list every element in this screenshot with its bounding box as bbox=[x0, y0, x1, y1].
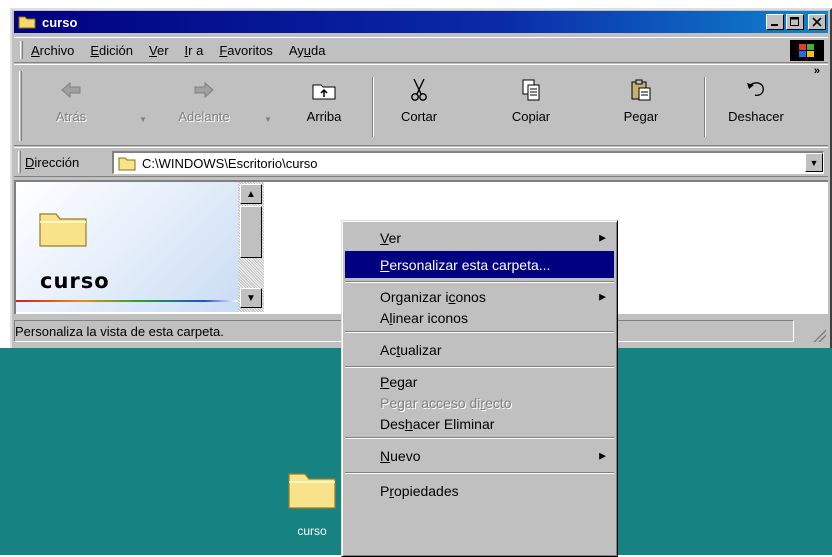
back-button[interactable]: Atrás bbox=[36, 73, 106, 143]
undo-label: Deshacer bbox=[728, 109, 784, 124]
folder-icon bbox=[39, 213, 87, 247]
minimize-icon bbox=[771, 24, 778, 26]
forward-dropdown[interactable]: ▼ bbox=[264, 115, 272, 124]
context-menu-item-pegar-acceso-directo[interactable]: Pegar acceso directo bbox=[345, 392, 614, 413]
desktop-folder-curso[interactable]: curso bbox=[272, 468, 352, 548]
rainbow-divider bbox=[16, 300, 238, 302]
windows-logo bbox=[790, 40, 824, 61]
cut-button[interactable]: Cortar bbox=[384, 73, 454, 143]
context-menu-item-actualizar[interactable]: Actualizar bbox=[345, 336, 614, 363]
address-label: Dirección bbox=[25, 154, 80, 170]
scroll-down-button[interactable]: ▼ bbox=[240, 288, 262, 308]
desktop-icon-label: curso bbox=[297, 524, 327, 538]
paste-label: Pegar bbox=[623, 109, 659, 124]
folder-icon bbox=[18, 16, 36, 29]
windows-flag-icon bbox=[799, 43, 814, 57]
alinear-label: Alinear iconos bbox=[380, 309, 468, 326]
address-grip[interactable] bbox=[18, 151, 21, 173]
window-title: curso bbox=[42, 14, 78, 30]
context-menu-item-nuevo[interactable]: Nuevo ▶ bbox=[345, 442, 614, 469]
paste-icon bbox=[631, 79, 651, 101]
scroll-up-button[interactable]: ▲ bbox=[240, 184, 262, 204]
context-menu-item-personalizar[interactable]: Personalizar esta carpeta... bbox=[345, 251, 614, 278]
copy-label: Copiar bbox=[511, 109, 551, 124]
standard-toolbar: Atrás ▼ Adelante ▼ Arriba Cortar Copiar … bbox=[14, 64, 828, 146]
menu-grip[interactable] bbox=[20, 41, 23, 59]
actualizar-label: Actualizar bbox=[380, 341, 442, 358]
address-value: C:\WINDOWS\Escritorio\curso bbox=[142, 155, 318, 171]
folder-icon bbox=[118, 157, 136, 170]
organizar-label: Organizar iconos bbox=[380, 288, 486, 305]
address-bar: Dirección C:\WINDOWS\Escritorio\curso ▼ bbox=[14, 147, 828, 177]
folder-icon bbox=[288, 473, 336, 509]
menu-separator bbox=[345, 366, 614, 368]
menu-favoritos[interactable]: Favoritos bbox=[219, 43, 272, 58]
back-dropdown[interactable]: ▼ bbox=[139, 115, 147, 124]
context-menu: Ver ▶ Personalizar esta carpeta... Organ… bbox=[341, 220, 618, 557]
menu-separator bbox=[345, 472, 614, 474]
up-label: Arriba bbox=[306, 109, 342, 124]
menu-archivo[interactable]: Archivo bbox=[31, 43, 74, 58]
ver-label: Ver bbox=[380, 229, 402, 246]
context-menu-item-pegar[interactable]: Pegar bbox=[345, 371, 614, 392]
menu-ir-a[interactable]: Ir a bbox=[185, 43, 204, 58]
toolbar-grip[interactable] bbox=[19, 71, 22, 141]
menu-bar: Archivo Edición Ver Ir a Favoritos Ayuda bbox=[14, 37, 828, 63]
submenu-arrow-icon: ▶ bbox=[599, 450, 606, 460]
forward-arrow-icon bbox=[194, 81, 214, 99]
minimize-button[interactable] bbox=[766, 14, 784, 30]
copy-icon bbox=[522, 79, 540, 101]
title-bar[interactable]: curso bbox=[14, 11, 828, 33]
context-menu-item-organizar[interactable]: Organizar iconos ▶ bbox=[345, 286, 614, 307]
vertical-scrollbar[interactable]: ▲ ▼ bbox=[238, 182, 264, 312]
maximize-button[interactable] bbox=[786, 14, 804, 30]
nuevo-label: Nuevo bbox=[380, 447, 421, 464]
web-view-panel: curso bbox=[16, 182, 238, 312]
close-icon bbox=[812, 17, 822, 27]
web-view-folder-title: curso bbox=[40, 269, 110, 293]
menu-edicion[interactable]: Edición bbox=[90, 43, 133, 58]
copy-button[interactable]: Copiar bbox=[496, 73, 566, 143]
pegar-acceso-label: Pegar acceso directo bbox=[380, 394, 512, 411]
forward-button[interactable]: Adelante bbox=[169, 73, 239, 143]
personalizar-label: Personalizar esta carpeta... bbox=[380, 256, 551, 273]
address-dropdown-button[interactable]: ▼ bbox=[805, 153, 823, 172]
context-menu-item-alinear[interactable]: Alinear iconos bbox=[345, 307, 614, 328]
forward-label: Adelante bbox=[178, 109, 230, 124]
menu-separator bbox=[345, 281, 614, 283]
pegar-label: Pegar bbox=[380, 373, 418, 390]
back-label: Atrás bbox=[55, 109, 87, 124]
more-chevron-icon[interactable]: » bbox=[814, 65, 820, 77]
close-button[interactable] bbox=[808, 14, 826, 30]
cut-label: Cortar bbox=[400, 109, 438, 124]
back-arrow-icon bbox=[61, 81, 81, 99]
paste-button[interactable]: Pegar bbox=[606, 73, 676, 143]
address-input[interactable]: C:\WINDOWS\Escritorio\curso ▼ bbox=[112, 151, 824, 174]
menu-ver[interactable]: Ver bbox=[149, 43, 169, 58]
context-menu-item-ver[interactable]: Ver ▶ bbox=[345, 224, 614, 251]
undo-icon bbox=[747, 82, 764, 97]
menu-ayuda[interactable]: Ayuda bbox=[289, 43, 326, 58]
maximize-icon bbox=[790, 17, 799, 26]
context-menu-item-propiedades[interactable]: Propiedades bbox=[345, 477, 614, 504]
submenu-arrow-icon: ▶ bbox=[599, 232, 606, 242]
status-text: Personaliza la vista de esta carpeta. bbox=[15, 323, 224, 339]
deshacer-eliminar-label: Deshacer Eliminar bbox=[380, 415, 495, 432]
up-folder-icon bbox=[312, 84, 336, 100]
context-menu-item-deshacer-eliminar[interactable]: Deshacer Eliminar bbox=[345, 413, 614, 434]
resize-grip-icon[interactable] bbox=[812, 328, 826, 342]
submenu-arrow-icon: ▶ bbox=[599, 291, 606, 301]
up-button[interactable]: Arriba bbox=[289, 73, 359, 143]
menu-separator bbox=[345, 331, 614, 333]
propiedades-label: Propiedades bbox=[380, 482, 459, 499]
undo-button[interactable]: Deshacer bbox=[721, 73, 791, 143]
scroll-thumb[interactable] bbox=[240, 206, 262, 258]
menu-separator bbox=[345, 437, 614, 439]
scissors-icon bbox=[411, 78, 427, 101]
